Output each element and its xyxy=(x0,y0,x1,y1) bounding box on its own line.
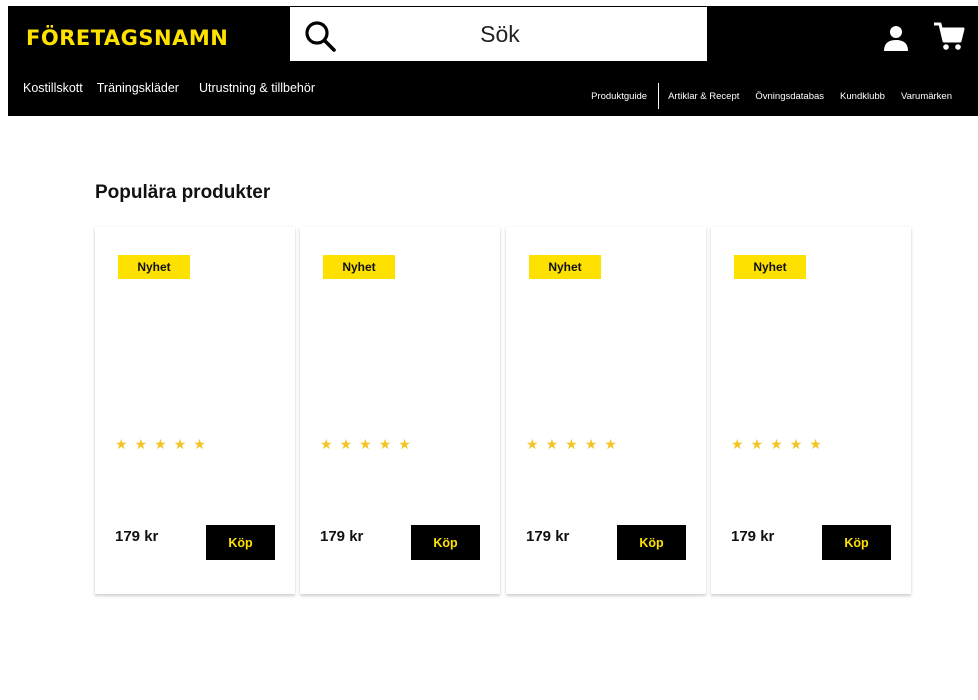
product-card[interactable]: Nyhet ★ ★ ★ ★ ★ 179 kr Köp xyxy=(95,227,295,594)
user-icon[interactable] xyxy=(882,24,910,52)
product-price: 179 kr xyxy=(731,528,775,545)
star-icon: ★ xyxy=(173,436,187,452)
star-icon: ★ xyxy=(809,436,822,452)
star-icon: ★ xyxy=(398,436,411,452)
main-category-nav: Kostillskott Träningskläder Utrustning &… xyxy=(23,81,315,95)
star-icon: ★ xyxy=(545,436,559,452)
nav-item-ovningsdatabas[interactable]: Övningsdatabas xyxy=(755,91,824,102)
star-icon: ★ xyxy=(339,436,353,452)
nav-item-utrustning[interactable]: Utrustning & tillbehör xyxy=(199,81,315,95)
buy-button[interactable]: Köp xyxy=(617,525,686,560)
star-icon: ★ xyxy=(193,436,206,452)
nav-divider xyxy=(658,83,660,109)
star-rating: ★ ★ ★ ★ ★ xyxy=(320,435,411,453)
star-icon: ★ xyxy=(134,436,148,452)
nav-item-kundklubb[interactable]: Kundklubb xyxy=(840,91,885,102)
new-badge: Nyhet xyxy=(529,255,601,279)
buy-button[interactable]: Köp xyxy=(206,525,275,560)
star-rating: ★ ★ ★ ★ ★ xyxy=(115,435,206,453)
search-input[interactable] xyxy=(350,7,650,61)
buy-button[interactable]: Köp xyxy=(411,525,480,560)
star-icon: ★ xyxy=(770,436,783,452)
star-icon: ★ xyxy=(115,436,128,452)
star-icon: ★ xyxy=(750,436,764,452)
nav-item-traningsklader[interactable]: Träningskläder xyxy=(97,81,179,95)
buy-button[interactable]: Köp xyxy=(822,525,891,560)
nav-item-artiklar-recept[interactable]: Artiklar & Recept xyxy=(668,91,739,102)
nav-item-kostillskott[interactable]: Kostillskott xyxy=(23,81,83,95)
product-price: 179 kr xyxy=(526,528,570,545)
star-icon: ★ xyxy=(320,436,333,452)
search-bar xyxy=(290,7,707,61)
star-icon: ★ xyxy=(154,436,167,452)
secondary-nav: Produktguide Artiklar & Recept Övningsda… xyxy=(591,83,952,109)
star-icon: ★ xyxy=(526,436,539,452)
product-card[interactable]: Nyhet ★ ★ ★ ★ ★ 179 kr Köp xyxy=(711,227,911,594)
product-card[interactable]: Nyhet ★ ★ ★ ★ ★ 179 kr Köp xyxy=(300,227,500,594)
new-badge: Nyhet xyxy=(734,255,806,279)
product-card[interactable]: Nyhet ★ ★ ★ ★ ★ 179 kr Köp xyxy=(506,227,706,594)
nav-item-produktguide[interactable]: Produktguide xyxy=(591,91,647,102)
star-icon: ★ xyxy=(584,436,598,452)
search-icon[interactable] xyxy=(304,20,340,52)
star-icon: ★ xyxy=(359,436,372,452)
cart-icon[interactable] xyxy=(933,20,965,52)
site-header: FÖRETAGSNAMN Kostillskott Träningskläder… xyxy=(8,6,978,116)
section-title: Populära produkter xyxy=(95,182,271,203)
nav-item-varumarken[interactable]: Varumärken xyxy=(901,91,952,102)
product-price: 179 kr xyxy=(115,528,159,545)
new-badge: Nyhet xyxy=(323,255,395,279)
star-icon: ★ xyxy=(565,436,578,452)
product-price: 179 kr xyxy=(320,528,364,545)
star-icon: ★ xyxy=(789,436,803,452)
star-icon: ★ xyxy=(604,436,617,452)
new-badge: Nyhet xyxy=(118,255,190,279)
star-icon: ★ xyxy=(731,436,744,452)
company-logo[interactable]: FÖRETAGSNAMN xyxy=(26,26,228,50)
star-rating: ★ ★ ★ ★ ★ xyxy=(526,435,617,453)
star-icon: ★ xyxy=(378,436,392,452)
star-rating: ★ ★ ★ ★ ★ xyxy=(731,435,822,453)
